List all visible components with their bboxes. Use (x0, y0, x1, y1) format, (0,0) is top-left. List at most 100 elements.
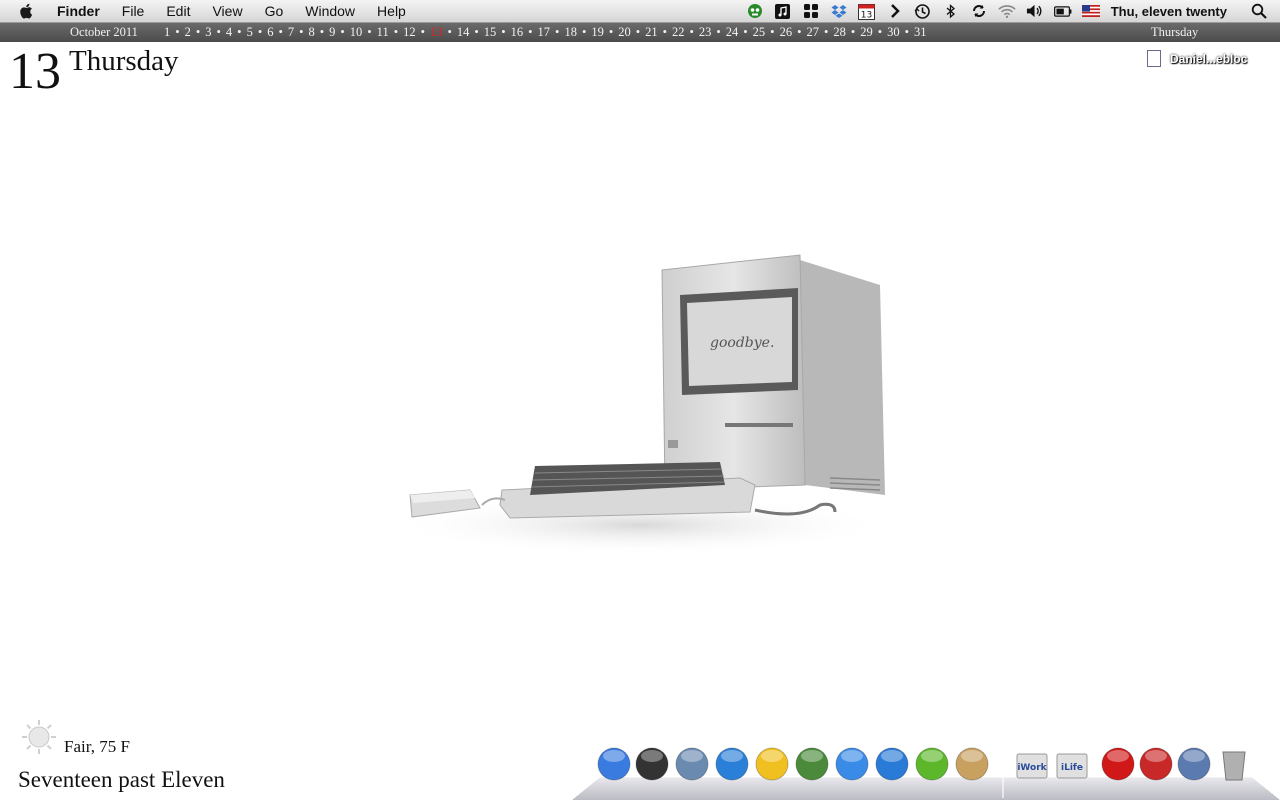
calendar-day-30: 30 (887, 25, 900, 39)
calendar-bullet: • (877, 25, 883, 39)
desktop-file[interactable]: Daniel...ebloc (1147, 50, 1247, 67)
growl-icon[interactable] (746, 2, 764, 20)
dock-item-spotify[interactable] (914, 746, 952, 784)
chrome-icon (755, 747, 789, 781)
spotify-icon (915, 747, 949, 781)
menu-window[interactable]: Window (294, 0, 366, 22)
macintosh-wallpaper-image: goodbye. (390, 254, 890, 555)
calendar-bullet: • (904, 25, 910, 39)
time-machine-icon[interactable] (914, 2, 932, 20)
music-icon[interactable] (774, 2, 792, 20)
calendar-day-17: 17 (537, 25, 551, 39)
calendar-bullet: • (689, 25, 694, 39)
calendar-day-26: 26 (779, 25, 793, 39)
dice-app-icon (1101, 747, 1135, 781)
menu-file[interactable]: File (111, 0, 156, 22)
dashboard-icon (635, 747, 669, 781)
dock-item-app-store[interactable] (714, 746, 752, 784)
date-day-number: 13 (9, 43, 61, 100)
calendar-day-3: 3 (205, 25, 212, 39)
calendar-day-10: 10 (349, 25, 363, 39)
calendar-day-28: 28 (833, 25, 846, 39)
calendar-day-14: 14 (456, 25, 470, 39)
menu-bar: Finder File Edit View Go Window Help 13 (0, 0, 1280, 23)
calendar-day-12: 12 (403, 25, 416, 39)
menu-help[interactable]: Help (366, 0, 417, 22)
wifi-icon[interactable] (998, 2, 1016, 20)
calendar-bullet: • (175, 25, 180, 39)
dock-item-red-dice-app[interactable] (1100, 746, 1138, 784)
sync-icon[interactable] (970, 2, 988, 20)
calendar-bullet: • (743, 25, 748, 39)
dock-item-blue-orb-app[interactable] (1176, 746, 1214, 784)
calendar-day-4: 4 (225, 25, 233, 39)
calendar-bullet: • (420, 25, 425, 39)
ical-icon[interactable]: 13 (858, 2, 876, 20)
ichat-icon (835, 747, 869, 781)
calendar-bullet: • (447, 25, 452, 39)
mac-screen-text: goodbye. (710, 335, 774, 351)
dock-item-finder[interactable] (596, 746, 634, 784)
calendar-day-9: 9 (329, 25, 336, 39)
menu-view[interactable]: View (201, 0, 253, 22)
menubar-clock[interactable]: Thu, eleven twenty (1111, 4, 1227, 19)
chevron-icon[interactable] (886, 2, 904, 20)
calendar-bullet: • (581, 25, 587, 39)
calendar-bullet: • (528, 25, 533, 39)
us-flag-icon[interactable] (1081, 2, 1100, 20)
dock-item-iwork-folder[interactable]: iWork (1014, 746, 1052, 784)
dock-item-mail[interactable] (674, 746, 712, 784)
bluetooth-icon[interactable] (942, 2, 960, 20)
dock-item-itunes[interactable] (874, 746, 912, 784)
dock-item-adium[interactable] (794, 746, 832, 784)
apple-menu-icon[interactable] (18, 2, 36, 20)
mail-icon (675, 747, 709, 781)
calendar-day-23: 23 (698, 25, 712, 39)
calendar-bullet: • (635, 25, 641, 39)
calendar-bullet: • (319, 25, 325, 39)
calendar-bullet: • (278, 25, 283, 39)
dock-folder-label: iWork (1017, 763, 1047, 773)
calendar-day-2: 2 (184, 25, 191, 39)
menu-edit[interactable]: Edit (155, 0, 201, 22)
menu-go[interactable]: Go (254, 0, 295, 22)
calendar-day-20: 20 (618, 25, 631, 39)
calendar-bullet: • (257, 25, 263, 39)
battery-icon[interactable] (1053, 2, 1072, 20)
iwork-folder-icon: iWork (1016, 753, 1048, 779)
finder-icon (597, 747, 631, 781)
volume-icon[interactable] (1026, 2, 1044, 20)
dock-item-trash[interactable] (1216, 746, 1254, 784)
calendar-day-13: 13 (429, 25, 443, 39)
calendar-day-5: 5 (246, 25, 253, 39)
trash-icon (1222, 751, 1246, 781)
orb-app-icon (1139, 747, 1173, 781)
spaces-icon[interactable] (802, 2, 820, 20)
dock: iWork iLife (572, 742, 1280, 800)
dock-item-red-orb-app[interactable] (1138, 746, 1176, 784)
sun-icon (22, 720, 56, 754)
calendar-day-19: 19 (591, 25, 604, 39)
app-menu-finder[interactable]: Finder (46, 0, 111, 22)
calendar-weekday: Thursday (1151, 25, 1199, 39)
dock-item-ichat[interactable] (834, 746, 872, 784)
date-widget: 13 Thursday (9, 43, 179, 100)
spotlight-icon[interactable] (1250, 2, 1268, 20)
calendar-day-1: 1 (164, 25, 171, 39)
calendar-bullet: • (797, 25, 802, 39)
calendar-bullet: • (662, 25, 667, 39)
weather-summary: Fair, 75 F (64, 737, 130, 756)
calendar-bullet: • (340, 25, 345, 39)
dock-item-ilife-folder[interactable]: iLife (1054, 746, 1092, 784)
calendar-bullet: • (850, 25, 856, 39)
dropbox-icon[interactable] (830, 2, 848, 20)
calendar-day-11: 11 (376, 25, 389, 39)
address-book-icon (955, 747, 989, 781)
dock-item-chrome[interactable] (754, 746, 792, 784)
dock-item-address-book[interactable] (954, 746, 992, 784)
calendar-days: 1 • 2 • 3 • 4 • 5 • 6 • 7 • 8 • 9 • 10 • 11 • 12 • 13 • 14 • 15 • 16 • 1… (164, 23, 927, 42)
dock-item-dashboard[interactable] (634, 746, 672, 784)
adium-icon (795, 747, 829, 781)
calendar-bullet: • (299, 25, 304, 39)
calendar-bullet: • (393, 25, 399, 39)
